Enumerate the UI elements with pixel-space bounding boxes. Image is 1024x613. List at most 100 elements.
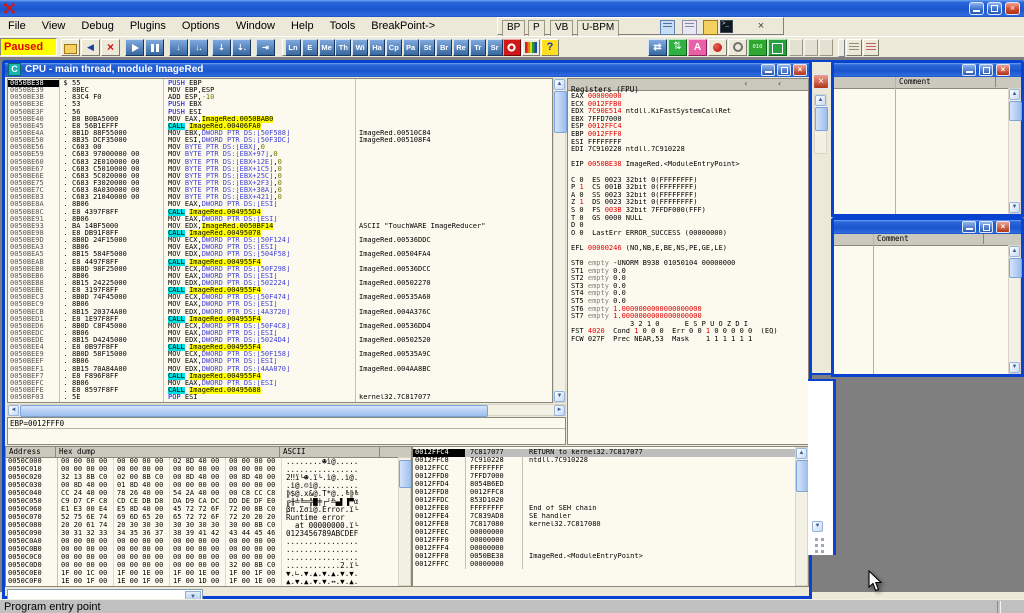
dump-row[interactable]: 0050C00000 00 00 0000 00 00 0002 8D 40 0… [6, 458, 411, 466]
register-line[interactable]: A 0 SS 0023 32bit 0(FFFFFFFF) [571, 192, 807, 200]
win1-close-button[interactable]: × [996, 64, 1010, 76]
disasm-row[interactable]: 0050BE75.C683 F3020000 00MOV BYTE PTR DS… [8, 180, 553, 187]
ascii-button[interactable]: A [688, 39, 707, 56]
main-title-bar[interactable]: × [0, 0, 1024, 17]
register-line[interactable]: O 0 LastErr ERROR_SUCCESS (00000000) [571, 230, 807, 238]
scroll-thumb[interactable] [554, 91, 567, 133]
win2-minimize-button[interactable] [962, 221, 976, 233]
register-line[interactable] [571, 237, 807, 245]
scroll-down-button[interactable]: ▼ [1009, 362, 1020, 373]
register-line[interactable]: EDI 7C910228 ntdll.7C910228 [571, 146, 807, 154]
pane-button-cp[interactable]: Cp [386, 39, 402, 56]
dump-row[interactable]: 0050C050C9 D7 CF C8CD CE DB D8DA D9 CA D… [6, 498, 411, 506]
dump-vscrollbar[interactable] [398, 457, 411, 586]
dump-row[interactable]: 0050C0C000 00 00 0000 00 00 0000 00 00 0… [6, 554, 411, 562]
register-line[interactable]: ST3 empty 0.0 [571, 283, 807, 291]
restart-button[interactable]: ◀ [81, 39, 100, 56]
disasm-row[interactable]: 0050BE3E.53PUSH EBX [8, 101, 553, 108]
pane-button-th[interactable]: Th [335, 39, 351, 56]
dump-header-ascii[interactable]: ASCII [280, 447, 380, 457]
scroll-right-button[interactable]: ► [554, 405, 565, 416]
disasm-row[interactable]: 0050BE59.C683 97000000 00MOV BYTE PTR DS… [8, 151, 553, 158]
disasm-row[interactable]: 0050BE45.E8 56B1EFFFCALL ImageRed.00406F… [8, 123, 553, 130]
updown-button[interactable]: ⇅ [668, 39, 687, 56]
comment-window-1-title-bar[interactable]: × [834, 63, 1021, 77]
register-line[interactable] [571, 154, 807, 162]
restore-button[interactable] [987, 2, 1002, 15]
register-line[interactable]: EAX 00000000 [571, 93, 807, 101]
disasm-row[interactable]: 0050BEA3.8B06MOV EAX,DWORD PTR DS:[ESI] [8, 244, 553, 251]
pane-button-tr[interactable]: Tr [470, 39, 486, 56]
register-line[interactable]: T 0 GS 0000 NULL [571, 215, 807, 223]
plugin-ubpm-button[interactable]: U-BPM [577, 20, 619, 37]
win1-header-comment[interactable]: Comment [896, 77, 996, 87]
win1-header-blank[interactable] [834, 77, 896, 87]
disasm-row[interactable]: 0050BEF1.8B15 70A84A00MOV EDX,DWORD PTR … [8, 366, 553, 373]
disasm-row[interactable]: 0050BE60.C683 2E010000 00MOV BYTE PTR DS… [8, 159, 553, 166]
disasm-vscrollbar[interactable]: ▲ ▼ [553, 78, 566, 403]
disasm-row[interactable]: 0050BEFE.E8 8597F8FFCALL ImageRed.004956… [8, 387, 553, 394]
register-line[interactable]: ST1 empty 0.0 [571, 268, 807, 276]
scroll-up-button[interactable]: ▲ [554, 79, 565, 90]
register-line[interactable]: ST4 empty 0.0 [571, 290, 807, 298]
stack-row[interactable]: 0012FFE47C839AD8SE handler [413, 513, 808, 521]
disasm-row[interactable]: 0050BE39.8BECMOV EBP,ESP [8, 87, 553, 94]
win2-maximize-button[interactable] [979, 221, 993, 233]
disasm-row[interactable]: 0050BEAB.E8 4497F8FFCALL ImageRed.004955… [8, 259, 553, 266]
register-line[interactable]: ST2 empty 0.0 [571, 275, 807, 283]
register-line[interactable]: ST0 empty -UNORM B938 01050104 00000000 [571, 260, 807, 268]
register-line[interactable]: EBP 0012FFF0 [571, 131, 807, 139]
disasm-row[interactable]: 0050BEDC.8B06MOV EAX,DWORD PTR DS:[ESI] [8, 330, 553, 337]
disasm-row[interactable]: 0050BEC9.8B06MOV EAX,DWORD PTR DS:[ESI] [8, 301, 553, 308]
win2-close-button[interactable]: × [996, 221, 1010, 233]
win2-header-blank[interactable] [834, 234, 874, 244]
pane-button-ln[interactable]: Ln [285, 39, 301, 56]
dump-row[interactable]: 0050C03000 8D 40 0001 8D 40 0000 00 00 0… [6, 482, 411, 490]
menu-item-help[interactable]: Help [283, 17, 322, 36]
stack-pane[interactable]: 0012FFC47C817077RETURN to kernel32.7C817… [412, 446, 809, 587]
disasm-row[interactable]: 0050BEBE.E8 3197F8FFCALL ImageRed.004955… [8, 287, 553, 294]
pane-button-wi[interactable]: Wi [352, 39, 368, 56]
animate-into-button[interactable]: ⇣ [212, 39, 231, 56]
minimize-button[interactable] [969, 2, 984, 15]
scroll-thumb[interactable] [399, 460, 412, 488]
stack-row[interactable]: 0012FFE0FFFFFFFFEnd of SEH chain [413, 505, 808, 513]
disasm-row[interactable]: 0050BE8C.E8 4397F8FFCALL ImageRed.004955… [8, 209, 553, 216]
menu-item-view[interactable]: View [34, 17, 74, 36]
disasm-row[interactable]: 0050BE6E.C683 5C020000 00MOV BYTE PTR DS… [8, 173, 553, 180]
stack-row[interactable]: 0012FFC87C910228ntdll.7C910228 [413, 457, 808, 465]
dump-row[interactable]: 0050C02032 13 8B C002 00 8B C000 8D 40 0… [6, 474, 411, 482]
dump-row[interactable]: 0050C09030 31 32 3334 35 36 3738 39 41 4… [6, 530, 411, 538]
disasm-row[interactable]: 0050BE4A.8B1D 88F55000MOV EBX,DWORD PTR … [8, 130, 553, 137]
stack-row[interactable]: 0012FFF80050BE38ImageRed.<ModuleEntryPoi… [413, 553, 808, 561]
disasm-row[interactable]: 0050BEB0.8B0D 98F25000MOV ECX,DWORD PTR … [8, 266, 553, 273]
register-line[interactable]: EBX 7FFD7000 [571, 116, 807, 124]
scroll-down-button[interactable]: ▼ [1009, 202, 1020, 213]
disasm-row[interactable]: 0050BE3F.56PUSH ESI [8, 109, 553, 116]
win2-vscrollbar[interactable]: ▲ ▼ [1008, 245, 1021, 374]
register-line[interactable]: ST6 empty 1.0000000000000000000 [571, 306, 807, 314]
comment-window-2-title-bar[interactable]: × [834, 220, 1021, 234]
dump-row[interactable]: 0050C040CC 24 40 0078 26 40 0054 2A 40 0… [6, 490, 411, 498]
window-view-button[interactable] [768, 39, 787, 56]
scroll-thumb[interactable] [1009, 258, 1022, 278]
disasm-row[interactable]: 0050BE9D.8B0D 24F15000MOV ECX,DWORD PTR … [8, 237, 553, 244]
pause-button[interactable] [145, 39, 164, 56]
pane-button-st[interactable]: St [419, 39, 435, 56]
step-into-button[interactable]: ↓ [169, 39, 188, 56]
pane-button-pa[interactable]: Pa [403, 39, 419, 56]
register-line[interactable]: FCW 027F Prec NEAR,53 Mask 1 1 1 1 1 1 [571, 336, 807, 344]
disasm-row[interactable]: 0050BEE4.E8 0B97F8FFCALL ImageRed.004955… [8, 344, 553, 351]
stack-row[interactable]: 0012FFF400000000 [413, 545, 808, 553]
disasm-row[interactable]: 0050BEFC.8B06MOV EAX,DWORD PTR DS:[ESI] [8, 380, 553, 387]
stack-row[interactable]: 0012FFCCFFFFFFFF [413, 465, 808, 473]
scroll-down-button[interactable]: ▼ [812, 521, 823, 532]
register-line[interactable]: ECX 0012FFB0 [571, 101, 807, 109]
folder-icon[interactable] [703, 20, 718, 35]
cpu-minimize-button[interactable] [761, 64, 775, 76]
disasm-row[interactable]: 0050BEEF.8B06MOV EAX,DWORD PTR DS:[ESI] [8, 358, 553, 365]
register-line[interactable]: S 0 FS 003B 32bit 7FFDF000(FFF) [571, 207, 807, 215]
disasm-row[interactable]: 0050BE7C.C683 8A030000 00MOV BYTE PTR DS… [8, 187, 553, 194]
dump-header-address[interactable]: Address [6, 447, 56, 457]
stack-row[interactable]: 0012FFEC00000000 [413, 529, 808, 537]
